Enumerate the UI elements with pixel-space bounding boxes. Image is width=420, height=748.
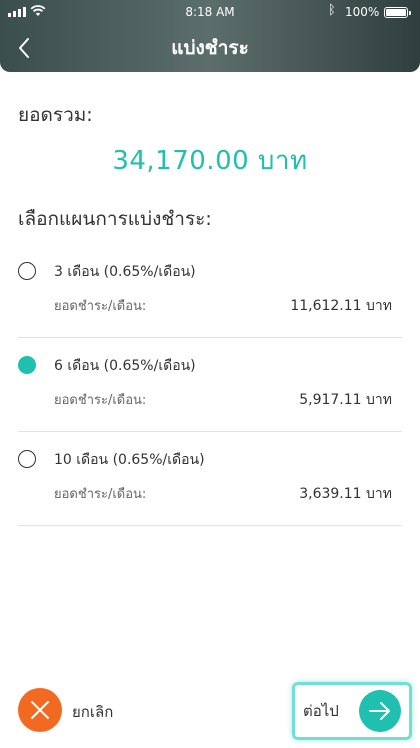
plan-radio[interactable] — [18, 450, 36, 468]
per-month-label: ยอดชำระ/เดือน: — [54, 299, 147, 314]
arrow-right-icon — [369, 702, 390, 720]
next-label[interactable]: ต่อไป — [303, 699, 339, 723]
close-icon — [31, 701, 49, 719]
plan-option-3-months[interactable]: 3 เดือน (0.65%/เดือน) ยอดชำระ/เดือน: 11,… — [18, 244, 402, 338]
per-month-label: ยอดชำระ/เดือน: — [54, 487, 147, 502]
per-month-value: 3,639.11 บาท — [299, 486, 392, 502]
bluetooth-icon: ᛒ — [328, 3, 336, 18]
per-month-value: 11,612.11 บาท — [290, 298, 392, 314]
page-title: แบ่งชำระ — [171, 37, 249, 59]
plan-option-6-months[interactable]: 6 เดือน (0.65%/เดือน) ยอดชำระ/เดือน: 5,9… — [18, 338, 402, 432]
divider — [18, 525, 402, 526]
total-label: ยอดรวม: — [18, 104, 93, 126]
next-button[interactable] — [359, 690, 401, 732]
per-month-value: 5,917.11 บาท — [299, 392, 392, 408]
per-month-label: ยอดชำระ/เดือน: — [54, 393, 147, 408]
plan-section-title: เลือกแผนการแบ่งชำระ: — [18, 208, 212, 230]
total-amount: 34,170.00 บาท — [112, 146, 308, 176]
plan-name: 6 เดือน (0.65%/เดือน) — [54, 358, 196, 374]
plan-radio-selected[interactable] — [18, 356, 36, 374]
battery-icon — [384, 7, 411, 18]
plan-radio[interactable] — [18, 262, 36, 280]
plan-name: 3 เดือน (0.65%/เดือน) — [54, 264, 196, 280]
app-header: 8:18 AM ᛒ 100% แบ่งชำระ — [0, 0, 420, 72]
cancel-button[interactable] — [18, 688, 62, 732]
next-button-group[interactable]: ต่อไป — [292, 682, 412, 740]
status-bar: 8:18 AM ᛒ 100% — [0, 0, 420, 24]
cancel-label[interactable]: ยกเลิก — [72, 700, 113, 724]
plan-name: 10 เดือน (0.65%/เดือน) — [54, 452, 205, 468]
battery-percent: 100% — [345, 5, 380, 19]
plan-option-10-months[interactable]: 10 เดือน (0.65%/เดือน) ยอดชำระ/เดือน: 3,… — [18, 432, 402, 526]
